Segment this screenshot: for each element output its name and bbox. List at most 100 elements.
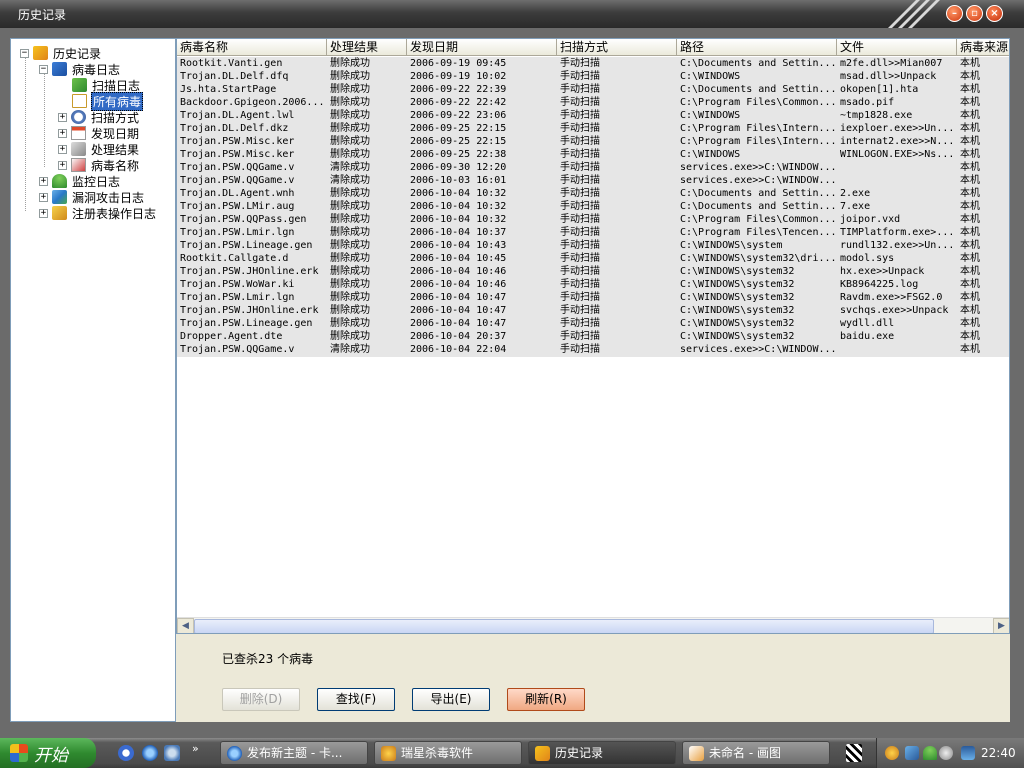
tray-clock-icon[interactable] (939, 746, 953, 760)
table-row[interactable]: Trojan.PSW.QQGame.v 清除成功 2006-10-04 22:04 手… (177, 343, 1009, 356)
maximize-button[interactable]: ▫ (966, 5, 983, 22)
expand-icon[interactable]: + (58, 144, 67, 154)
find-button[interactable]: 查找(F) (317, 688, 395, 711)
column-header[interactable]: 路径 (677, 39, 837, 56)
table-row[interactable]: Js.hta.StartPage 删除成功 2006-09-22 22:39 手动扫描… (177, 83, 1009, 96)
tree-item-found-date[interactable]: + 发现日期 (58, 125, 140, 141)
table-cell: C:\WINDOWS (680, 149, 741, 160)
scroll-right-button[interactable]: ▶ (993, 618, 1009, 633)
column-header[interactable]: 病毒来源 (957, 39, 1009, 56)
outlook-icon[interactable] (164, 745, 180, 761)
table-row[interactable]: Trojan.PSW.QQGame.v 清除成功 2006-10-03 16:01 手… (177, 174, 1009, 187)
task-rising-antivirus[interactable]: 瑞星杀毒软件 (374, 741, 522, 765)
table-cell: 2006-09-19 09:45 (410, 58, 507, 69)
tree-item-registry-log[interactable]: + 注册表操作日志 (39, 205, 157, 221)
tree-item-result[interactable]: + 处理结果 (58, 141, 140, 157)
table-cell: 本机 (960, 292, 980, 303)
table-row[interactable]: Trojan.PSW.Lmir.lgn 删除成功 2006-10-04 10:37 手… (177, 226, 1009, 239)
delete-button[interactable]: 删除(D) (222, 688, 300, 711)
table-cell: m2fe.dll>>Mian007 (840, 58, 943, 69)
table-row[interactable]: Trojan.DL.Agent.lwl 删除成功 2006-09-22 23:06 手… (177, 109, 1009, 122)
table-row[interactable]: Trojan.PSW.Lineage.gen 删除成功 2006-10-04 10:… (177, 239, 1009, 252)
table-row[interactable]: Rootkit.Vanti.gen 删除成功 2006-09-19 09:45 手动扫… (177, 57, 1009, 70)
task-paint[interactable]: 未命名 - 画图 (682, 741, 830, 765)
table-cell: C:\WINDOWS (680, 71, 741, 82)
minimize-button[interactable]: – (946, 5, 963, 22)
table-cell: 本机 (960, 214, 980, 225)
table-cell: 清除成功 (330, 162, 370, 173)
system-tray: 22:40 (876, 738, 1024, 768)
expand-icon[interactable]: + (58, 128, 67, 138)
table-row[interactable]: Trojan.PSW.Lineage.gen 删除成功 2006-10-04 10:… (177, 317, 1009, 330)
table-row[interactable]: Trojan.PSW.LMir.aug 删除成功 2006-10-04 10:32 手… (177, 200, 1009, 213)
tree-item-virus-name[interactable]: + 病毒名称 (58, 157, 140, 173)
table-cell: 本机 (960, 227, 980, 238)
close-button[interactable]: × (986, 5, 1003, 22)
tray-shield-icon[interactable] (961, 746, 975, 760)
table-cell: 手动扫描 (560, 136, 600, 147)
horizontal-scrollbar[interactable]: ◀ ▶ (177, 617, 1009, 633)
table-cell: 删除成功 (330, 201, 370, 212)
tree-item-exploit-log[interactable]: + 漏洞攻击日志 (39, 189, 145, 205)
tray-firefox-icon[interactable] (885, 746, 899, 760)
table-row[interactable]: Trojan.PSW.JHOnline.erk 删除成功 2006-10-04 10… (177, 304, 1009, 317)
table-row[interactable]: Trojan.PSW.Misc.ker 删除成功 2006-09-25 22:15 手… (177, 135, 1009, 148)
table-row[interactable]: Trojan.PSW.QQGame.v 清除成功 2006-09-30 12:20 手… (177, 161, 1009, 174)
tree-item-virus-log[interactable]: − 病毒日志 (39, 61, 121, 77)
table-row[interactable]: Trojan.PSW.WoWar.ki 删除成功 2006-10-04 10:46 手… (177, 278, 1009, 291)
task-history[interactable]: 历史记录 (528, 741, 676, 765)
tree-item-history[interactable]: − 历史记录 (20, 45, 102, 61)
column-header[interactable]: 扫描方式 (557, 39, 677, 56)
ie-icon[interactable] (142, 745, 158, 761)
table-row[interactable]: Rootkit.Callgate.d 删除成功 2006-10-04 10:45 手动… (177, 252, 1009, 265)
table-row[interactable]: Trojan.PSW.Misc.ker 删除成功 2006-09-25 22:38 手… (177, 148, 1009, 161)
refresh-button[interactable]: 刷新(R) (507, 688, 585, 711)
column-header[interactable]: 处理结果 (327, 39, 407, 56)
history-tree[interactable]: − 历史记录 − 病毒日志 扫描日志 所有病毒 + 扫描方式 + 发现日期 + … (10, 38, 176, 722)
tree-item-scan-method[interactable]: + 扫描方式 (58, 109, 140, 125)
table-row[interactable]: Trojan.PSW.QQPass.gen 删除成功 2006-10-04 10:3… (177, 213, 1009, 226)
table-cell: baidu.exe (840, 331, 895, 342)
network-icon[interactable] (905, 746, 919, 760)
table-row[interactable]: Dropper.Agent.dte 删除成功 2006-10-04 20:37 手动扫… (177, 330, 1009, 343)
table-row[interactable]: Trojan.DL.Agent.wnh 删除成功 2006-10-04 10:32 手… (177, 187, 1009, 200)
scroll-thumb[interactable] (194, 619, 934, 633)
collapse-icon[interactable]: − (39, 64, 48, 74)
scroll-left-button[interactable]: ◀ (177, 618, 194, 633)
table-row[interactable]: Trojan.PSW.Lmir.lgn 删除成功 2006-10-04 10:47 手… (177, 291, 1009, 304)
export-button[interactable]: 导出(E) (412, 688, 490, 711)
table-cell: 2006-09-22 22:42 (410, 97, 507, 108)
table-cell: 2006-10-04 22:04 (410, 344, 507, 355)
qr-icon[interactable] (846, 744, 862, 762)
virus-list[interactable]: 病毒名称 处理结果 发现日期 扫描方式 路径 文件 病毒来源 Rootkit.Vanti.g… (176, 38, 1010, 634)
tree-item-all-viruses[interactable]: 所有病毒 (72, 91, 144, 111)
start-button[interactable]: 开始 (0, 738, 96, 768)
chevron-right-icon[interactable]: » (192, 742, 199, 755)
table-cell: C:\WINDOWS\system32 (680, 292, 795, 303)
table-cell: 删除成功 (330, 188, 370, 199)
table-cell: Dropper.Agent.dte (180, 331, 283, 342)
task-forum[interactable]: 发布新主题 - 卡... (220, 741, 368, 765)
table-cell: 7.exe (840, 201, 871, 212)
media-player-icon[interactable] (118, 745, 134, 761)
table-cell: rundl132.exe>>Un... (840, 240, 955, 251)
title-bar[interactable]: 历史记录 – ▫ × (0, 0, 1024, 28)
expand-icon[interactable]: + (39, 208, 48, 218)
collapse-icon[interactable]: − (20, 48, 29, 58)
scan-log-icon (72, 78, 87, 92)
column-header[interactable]: 文件 (837, 39, 957, 56)
table-cell: 手动扫描 (560, 201, 600, 212)
tree-item-monitor-log[interactable]: + 监控日志 (39, 173, 121, 189)
expand-icon[interactable]: + (58, 160, 67, 170)
tray-umbrella-icon[interactable] (923, 746, 937, 760)
table-row[interactable]: Trojan.DL.Delf.dfq 删除成功 2006-09-19 10:02 手动… (177, 70, 1009, 83)
column-header[interactable]: 病毒名称 (177, 39, 327, 56)
table-row[interactable]: Trojan.DL.Delf.dkz 删除成功 2006-09-25 22:15 手动… (177, 122, 1009, 135)
clock[interactable]: 22:40 (981, 746, 1016, 760)
expand-icon[interactable]: + (39, 192, 48, 202)
expand-icon[interactable]: + (58, 112, 67, 122)
expand-icon[interactable]: + (39, 176, 48, 186)
column-header[interactable]: 发现日期 (407, 39, 557, 56)
table-row[interactable]: Backdoor.Gpigeon.2006... 删除成功 2006-09-22 2… (177, 96, 1009, 109)
table-row[interactable]: Trojan.PSW.JHOnline.erk 删除成功 2006-10-04 10… (177, 265, 1009, 278)
